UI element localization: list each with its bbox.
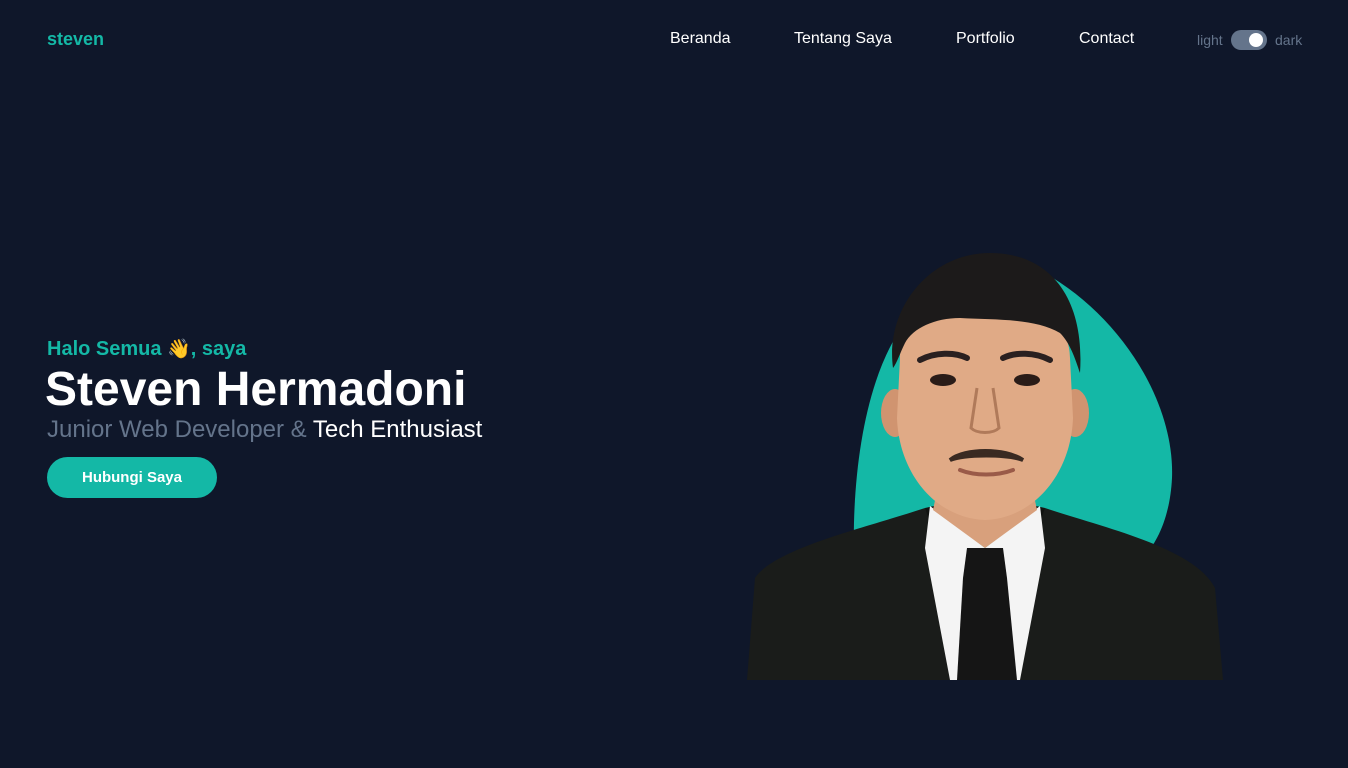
- waving-hand-icon: 👋: [167, 339, 191, 360]
- nav-link-portfolio[interactable]: Portfolio: [956, 30, 1015, 48]
- theme-light-label: light: [1197, 32, 1223, 48]
- hero-role: Junior Web Developer & Tech Enthusiast: [47, 416, 482, 444]
- role-highlight: Tech Enthusiast: [312, 416, 483, 443]
- logo-link[interactable]: steven: [47, 29, 104, 50]
- eye-right-shape: [1014, 374, 1040, 386]
- profile-photo: [747, 253, 1223, 680]
- role-muted: Junior Web Developer &: [47, 416, 307, 443]
- greeting-text: Halo Semua: [47, 338, 162, 360]
- hero-greeting: Halo Semua 👋, saya: [47, 337, 246, 361]
- nav-link-beranda[interactable]: Beranda: [670, 30, 731, 48]
- greeting-suffix: , saya: [190, 338, 247, 360]
- hero-name: Steven Hermadoni: [45, 363, 467, 416]
- contact-button[interactable]: Hubungi Saya: [47, 457, 217, 498]
- toggle-knob: [1249, 33, 1263, 47]
- nav-link-tentang-saya[interactable]: Tentang Saya: [794, 30, 892, 48]
- face-shape: [897, 303, 1073, 520]
- nav-link-contact[interactable]: Contact: [1079, 30, 1134, 48]
- theme-toggle[interactable]: [1231, 30, 1267, 50]
- eye-left-shape: [930, 374, 956, 386]
- page: steven Beranda Tentang Saya Portfolio Co…: [0, 0, 1348, 768]
- theme-dark-label: dark: [1275, 32, 1303, 48]
